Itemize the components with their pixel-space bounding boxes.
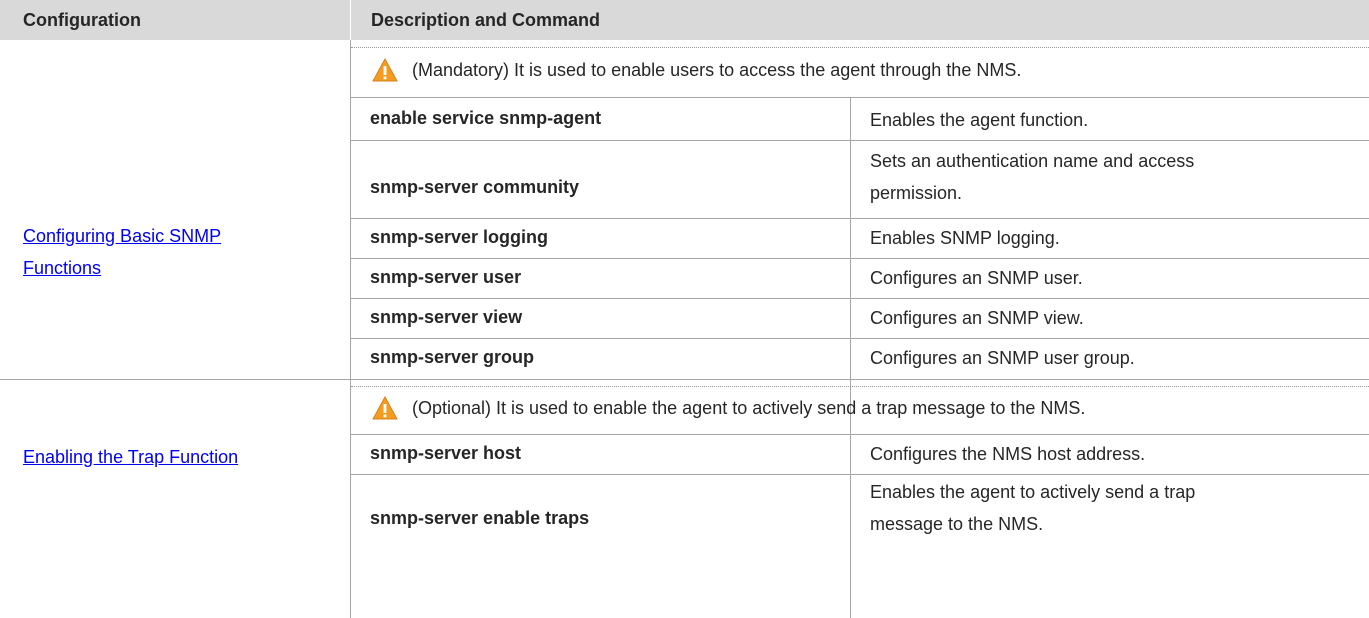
section-divider xyxy=(0,379,1369,380)
command-description: Enables the agent to actively send a tra… xyxy=(870,476,1195,540)
note-text: (Mandatory) It is used to enable users t… xyxy=(412,59,1022,80)
command-text: snmp-server view xyxy=(370,307,523,327)
command-description: Configures an SNMP view. xyxy=(870,308,1084,328)
note-text: (Optional) It is used to enable the agen… xyxy=(412,397,1086,418)
command-text: snmp-server user xyxy=(370,267,522,287)
warning-icon xyxy=(372,58,398,82)
command-text: snmp-server group xyxy=(370,347,535,367)
link-line: Functions xyxy=(23,258,102,278)
row-divider xyxy=(351,140,1369,141)
command-description: Configures an SNMP user group. xyxy=(870,348,1135,368)
command-text: enable service snmp-agent xyxy=(370,108,602,128)
description-line: Sets an authentication name and access xyxy=(870,151,1195,171)
row-divider xyxy=(351,434,1369,435)
description-line: permission. xyxy=(870,183,963,203)
link-configuring-basic-snmp[interactable]: Configuring Basic SNMP Functions xyxy=(23,220,221,284)
command-text: snmp-server logging xyxy=(370,227,549,247)
row-divider xyxy=(351,218,1369,219)
command-text: snmp-server host xyxy=(370,443,522,463)
column-divider xyxy=(350,40,351,618)
command-description: Sets an authentication name and access p… xyxy=(870,145,1194,209)
command-description: Enables SNMP logging. xyxy=(870,228,1060,248)
dotted-separator xyxy=(351,47,1369,48)
warning-icon xyxy=(372,396,398,420)
row-divider xyxy=(351,474,1369,475)
row-divider xyxy=(351,298,1369,299)
link-line: Configuring Basic SNMP xyxy=(23,226,222,246)
inner-column-divider xyxy=(850,435,851,618)
description-line: message to the NMS. xyxy=(870,514,1044,534)
command-description: Configures an SNMP user. xyxy=(870,268,1083,288)
link-line: Enabling the Trap Function xyxy=(23,447,239,467)
command-description: Enables the agent function. xyxy=(870,110,1089,130)
command-description: Configures the NMS host address. xyxy=(870,444,1146,464)
row-divider xyxy=(351,258,1369,259)
note-mandatory: (Mandatory) It is used to enable users t… xyxy=(372,52,1021,88)
column-header-description: Description and Command xyxy=(350,0,1369,40)
row-divider xyxy=(351,338,1369,339)
command-text: snmp-server community xyxy=(370,177,580,197)
command-text: snmp-server enable traps xyxy=(370,508,590,528)
link-enabling-trap-function[interactable]: Enabling the Trap Function xyxy=(23,441,238,473)
note-optional: (Optional) It is used to enable the agen… xyxy=(372,390,1085,426)
dotted-separator xyxy=(351,386,1369,387)
description-line: Enables the agent to actively send a tra… xyxy=(870,482,1196,502)
row-divider xyxy=(351,97,1369,98)
column-header-configuration: Configuration xyxy=(0,0,350,40)
